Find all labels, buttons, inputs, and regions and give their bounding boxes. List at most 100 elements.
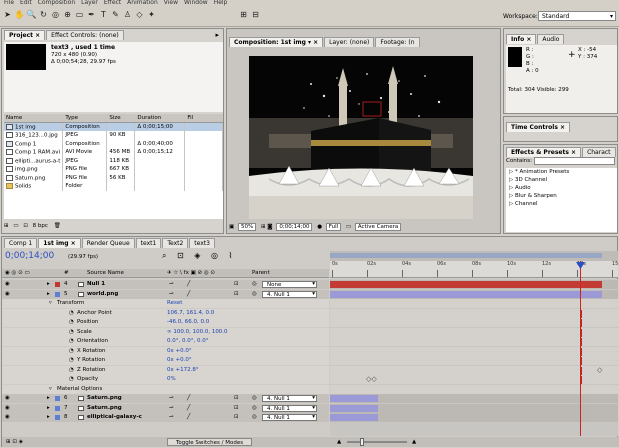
expand-arrow-icon[interactable]: ▿ — [49, 299, 52, 308]
zoom-select[interactable]: 50% — [237, 223, 257, 231]
effects-category[interactable]: ▷ Channel — [506, 200, 617, 208]
property-row[interactable]: ◔ Orientation 0.0°, 0.0°, 0.0° — [2, 337, 329, 346]
time-ruler[interactable]: 0s02s04s06s08s10s12s14s15 — [330, 261, 618, 278]
eye-icon[interactable]: ◉ — [5, 394, 10, 403]
tab-character[interactable]: Charact — [582, 147, 616, 157]
property-value[interactable]: 0.0°, 0.0°, 0.0° — [167, 337, 208, 346]
expand-arrow-icon[interactable]: ▿ — [49, 385, 52, 394]
stopwatch-icon[interactable]: ◔ — [69, 318, 74, 327]
layer-duration-bar[interactable] — [330, 414, 378, 421]
menu-item[interactable]: Animation — [127, 0, 158, 6]
effects-search-input[interactable] — [534, 157, 615, 165]
zoom-out-icon[interactable]: ▲ — [337, 437, 341, 447]
timeline-tab[interactable]: Text2 — [162, 238, 189, 248]
layer-name[interactable]: world.png — [87, 290, 118, 299]
local-axis-icon[interactable]: ⊞ — [238, 9, 249, 21]
expand-arrow-icon[interactable]: ▸ — [47, 280, 50, 289]
rectangle-mask-tool-icon[interactable]: ▭ — [74, 9, 85, 21]
effects-category[interactable]: ▷ Blur & Sharpen — [506, 192, 617, 200]
expand-arrow-icon[interactable]: ▸ — [47, 394, 50, 403]
brush-tool-icon[interactable]: ✎ — [110, 9, 121, 21]
eye-icon[interactable]: ◉ — [5, 290, 10, 299]
layer-name[interactable]: Saturn.png — [87, 394, 122, 403]
layer-name[interactable]: Saturn.png — [87, 404, 122, 413]
effects-category[interactable]: ▷ * Animation Presets — [506, 168, 617, 176]
project-row[interactable]: Comp 1 RAM.avi AVI Movie 456 MB Δ 0;00;15;1… — [4, 148, 223, 157]
col-size[interactable]: Size — [106, 114, 136, 123]
hand-tool-icon[interactable]: ✋ — [14, 9, 25, 21]
property-row[interactable]: ◔ Scale ∞ 100.0, 100.0, 100.0 — [2, 327, 329, 337]
tab-info[interactable]: Info × — [506, 34, 537, 44]
parent-select[interactable]: 4. Null 1 — [262, 290, 317, 298]
property-track[interactable]: ◇◇ — [330, 375, 618, 384]
eye-icon[interactable]: ◉ — [5, 404, 10, 413]
parent-select[interactable]: 4. Null 1 — [262, 395, 317, 402]
bpc-label[interactable]: 8 bpc — [33, 223, 48, 229]
type-tool-icon[interactable]: T — [98, 9, 109, 21]
tab-audio[interactable]: Audio — [537, 34, 565, 44]
layer-track[interactable] — [330, 403, 618, 413]
snapshot-icon[interactable]: ◙ — [267, 224, 272, 230]
menu-item[interactable]: View — [164, 0, 178, 6]
keyframe-diamond-icon[interactable]: ◇ — [597, 366, 602, 374]
menu-item[interactable]: Effect — [104, 0, 121, 6]
keyframe-diamond-icon[interactable]: ◇◇ — [366, 375, 377, 383]
3d-layer-icon[interactable]: ⊡ — [234, 394, 239, 403]
stopwatch-icon[interactable]: ◔ — [69, 309, 74, 318]
3d-layer-icon[interactable]: ⊡ — [234, 413, 239, 422]
interpret-footage-icon[interactable]: ⊞ — [4, 223, 9, 229]
layer-track[interactable] — [330, 289, 618, 299]
stopwatch-icon[interactable]: ◔ — [69, 337, 74, 346]
stopwatch-icon[interactable]: ◔ — [69, 375, 74, 384]
track-area[interactable]: ◇ ◇◇ — [330, 279, 618, 436]
zoom-slider[interactable] — [347, 441, 407, 443]
tab-layer[interactable]: Layer: (none) — [324, 37, 375, 47]
comp-viewer[interactable] — [249, 56, 473, 219]
timeline-tab[interactable]: text3 — [189, 238, 215, 248]
always-preview-icon[interactable]: ▣ — [229, 224, 234, 230]
property-track[interactable] — [330, 356, 618, 365]
property-value[interactable]: -46.0, 66.0, 0.0 — [167, 318, 209, 327]
3d-layer-icon[interactable]: ⊡ — [234, 290, 239, 299]
property-row[interactable]: ◔ X Rotation 0x +0.0° — [2, 346, 329, 356]
menu-item[interactable]: Layer — [81, 0, 98, 6]
channel-icon[interactable]: ● — [317, 224, 322, 230]
graph-editor-icon[interactable]: ⌇ — [229, 251, 233, 260]
layer-row[interactable]: ◉ ▸ 6 Saturn.png ⊸ ╱ ⊡ ◎ 4. Null 1 — [2, 394, 329, 403]
shy-switch-icon[interactable]: ⊸ — [169, 394, 174, 403]
property-value[interactable]: 106.7, 161.4, 0.0 — [167, 309, 214, 318]
shy-switch-icon[interactable]: ⊸ — [169, 290, 174, 299]
stopwatch-icon[interactable]: ◔ — [69, 356, 74, 365]
eye-icon[interactable]: ◉ — [5, 280, 10, 289]
property-value[interactable]: 0x +0.0° — [167, 356, 192, 365]
3d-layer-icon[interactable]: ⊡ — [234, 404, 239, 413]
toggle-switches-modes-button[interactable]: Toggle Switches / Modes — [167, 438, 253, 446]
puppet-tool-icon[interactable]: ✦ — [146, 9, 157, 21]
timeline-tab[interactable]: Comp 1 — [4, 238, 38, 248]
parent-select[interactable]: 4. Null 1 — [262, 414, 317, 421]
label-color-swatch[interactable] — [55, 415, 60, 420]
layer-track[interactable] — [330, 394, 618, 403]
property-value[interactable]: 0% — [167, 375, 176, 384]
grid-icon[interactable]: ⊞ — [261, 224, 266, 230]
motion-blur-icon[interactable]: ◎ — [211, 251, 218, 260]
property-track[interactable] — [330, 299, 618, 308]
search-icon[interactable]: ⌕ — [162, 251, 166, 260]
project-row[interactable]: Comp 1 Composition Δ 0;00;40;00 — [4, 139, 223, 148]
new-comp-icon[interactable]: ⊡ — [23, 223, 28, 229]
property-row[interactable]: ◔ Z Rotation 0x +172.8° — [2, 365, 329, 375]
layer-track[interactable] — [330, 280, 618, 289]
property-track[interactable] — [330, 327, 618, 337]
effects-category[interactable]: ▷ Audio — [506, 184, 617, 192]
expand-arrow-icon[interactable]: ▸ — [47, 413, 50, 422]
roi-icon[interactable]: ▭ — [346, 224, 351, 230]
zoom-tool-icon[interactable]: 🔍 — [26, 9, 37, 21]
layer-row[interactable]: ◉ ▸ 5 world.png ⊸ ╱ ⊡ ◎ 4. Null 1 — [2, 289, 329, 299]
menu-item[interactable]: File — [4, 0, 14, 6]
tab-composition[interactable]: Composition: 1st img ▾ × — [229, 37, 324, 47]
property-value[interactable]: Reset — [167, 299, 182, 308]
quality-switch-icon[interactable]: ╱ — [187, 394, 190, 403]
layer-row[interactable]: ◉ ▸ 4 Null 1 ⊸ ╱ ⊡ ◎ None — [2, 280, 329, 289]
shy-switch-icon[interactable]: ⊸ — [169, 413, 174, 422]
work-area-bar[interactable] — [330, 251, 618, 261]
